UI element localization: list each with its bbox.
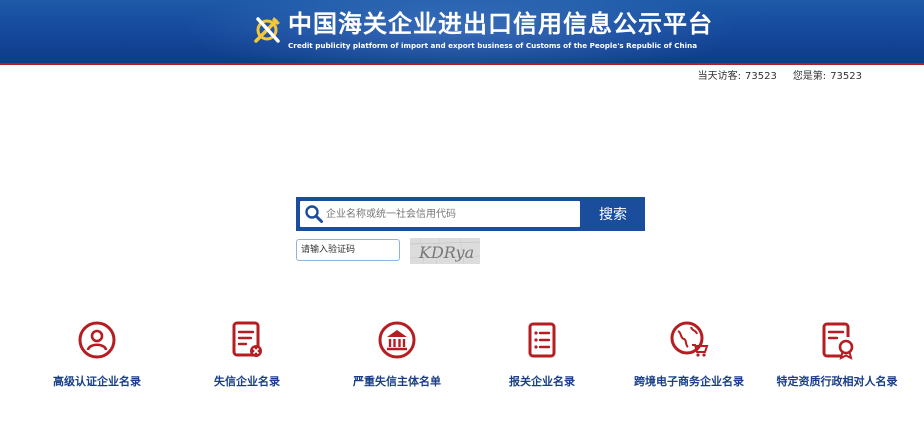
search-input[interactable] xyxy=(326,204,576,224)
func-label: 特定资质行政相对人名录 xyxy=(776,375,898,388)
bank-icon xyxy=(378,321,416,359)
search-icon xyxy=(305,205,323,223)
func-label: 报关企业名录 xyxy=(509,375,575,388)
func-specific-qualification[interactable]: 特定资质行政相对人名录 xyxy=(762,318,912,398)
globe-cart-icon xyxy=(670,321,709,357)
captcha-text: KDRya xyxy=(418,243,474,262)
today-visits-count: 73523 xyxy=(745,71,777,82)
header-divider xyxy=(0,63,924,65)
header-banner: 中国海关企业进出口信用信息公示平台 Credit publicity platf… xyxy=(0,0,924,63)
func-cross-border-ecommerce[interactable]: 跨境电子商务企业名录 xyxy=(614,318,764,398)
captcha-image[interactable]: KDRya xyxy=(410,238,480,264)
document-x-icon xyxy=(232,321,262,357)
list-icon xyxy=(528,322,556,358)
func-advanced-certified[interactable]: 高级认证企业名录 xyxy=(22,318,172,398)
search-button[interactable]: 搜索 xyxy=(584,201,642,227)
func-customs-brokers[interactable]: 报关企业名录 xyxy=(467,318,617,398)
page-subtitle: Credit publicity platform of import and … xyxy=(288,41,698,50)
func-label: 高级认证企业名录 xyxy=(53,375,141,388)
func-dishonest-enterprises[interactable]: 失信企业名录 xyxy=(172,318,322,398)
customs-emblem-icon xyxy=(254,17,280,43)
total-visits-count: 73523 xyxy=(830,71,862,82)
func-label: 跨境电子商务企业名录 xyxy=(634,375,744,388)
visitor-counter: 当天访客: 73523 您是第: 73523 xyxy=(694,67,862,82)
search-input-wrapper xyxy=(300,201,580,227)
today-visits-label: 当天访客: xyxy=(697,71,741,82)
captcha-input[interactable] xyxy=(296,239,400,261)
person-icon xyxy=(78,321,116,359)
func-label: 失信企业名录 xyxy=(214,375,280,388)
certificate-icon xyxy=(822,322,854,360)
func-severe-dishonest[interactable]: 严重失信主体名单 xyxy=(322,318,472,398)
total-visits-label: 您是第: xyxy=(792,71,827,82)
page-title: 中国海关企业进出口信用信息公示平台 xyxy=(288,10,713,38)
func-label: 严重失信主体名单 xyxy=(353,375,441,388)
search-bar: 搜索 xyxy=(296,197,645,231)
